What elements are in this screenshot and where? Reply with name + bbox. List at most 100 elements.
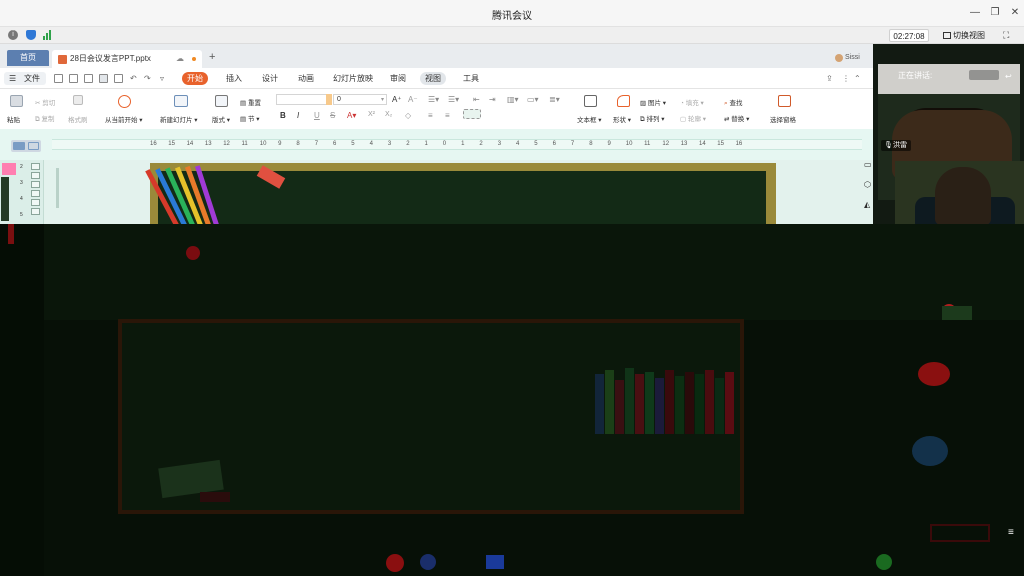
outline-item[interactable] [31, 172, 40, 179]
shape-icon[interactable] [617, 95, 630, 107]
text-box-button[interactable]: 文本框 ▾ [577, 114, 602, 124]
tab-slideshow[interactable]: 幻灯片放映 [328, 72, 378, 85]
shape-button[interactable]: 形状 ▾ [613, 114, 631, 124]
shrink-font-icon[interactable]: A⁻ [408, 95, 418, 104]
select-pane-label[interactable]: 选择窗格 [770, 114, 796, 124]
fill-button[interactable]: ◔ 填充 ▾ [680, 97, 704, 107]
font-name-input[interactable] [276, 94, 332, 105]
section-button[interactable]: ▤ 节 ▾ [240, 113, 260, 123]
switch-view-button[interactable]: 切换视图 [941, 29, 985, 42]
play-icon[interactable] [118, 95, 131, 108]
outline-item[interactable] [31, 190, 40, 197]
print-preview-icon[interactable] [114, 74, 123, 83]
open-folder-icon[interactable] [54, 74, 63, 83]
reply-icon[interactable]: ↩ [1005, 72, 1012, 81]
slide-thumbnail[interactable] [1, 177, 9, 221]
align-left-icon[interactable]: ≡ [428, 111, 433, 120]
layout-button[interactable]: 版式 ▾ [212, 114, 230, 124]
fullscreen-icon[interactable]: ⛶ [1003, 29, 1015, 42]
signal-icon[interactable] [43, 30, 53, 40]
superscript-icon[interactable]: X² [368, 111, 375, 118]
copy-button[interactable]: ⧉ 复制 [35, 113, 54, 124]
tab-insert[interactable]: 插入 [221, 72, 247, 85]
export-pdf-icon[interactable] [84, 74, 93, 83]
save-icon[interactable] [69, 74, 78, 83]
customize-icon[interactable]: ▿ [160, 74, 164, 83]
tab-design[interactable]: 设计 [257, 72, 283, 85]
outline-item[interactable] [31, 181, 40, 188]
outline-button[interactable]: ▢ 轮廓 ▾ [680, 113, 706, 123]
numbering-icon[interactable]: ☰▾ [448, 95, 459, 104]
cut-button[interactable]: ✂ 剪切 [35, 97, 55, 107]
participant-video[interactable] [895, 161, 1024, 224]
italic-icon[interactable]: I [297, 111, 299, 120]
horizontal-ruler[interactable]: 16 15 14 13 12 11 10 9 8 7 6 5 4 3 2 1 0 1 2 3 4 5 6 7 8 9 10 11 12 1… [52, 139, 862, 150]
columns-icon[interactable]: ▥▾ [507, 95, 519, 104]
hamburger-icon: ☰ [9, 74, 17, 83]
paste-label[interactable]: 粘贴 [7, 114, 20, 124]
outline-item[interactable] [31, 163, 40, 170]
underline-icon[interactable]: U [314, 111, 320, 120]
tab-view[interactable]: 视图 [420, 72, 446, 85]
text-effect-icon[interactable] [463, 109, 481, 119]
format-painter-icon[interactable] [73, 95, 83, 105]
tab-tools[interactable]: 工具 [458, 72, 484, 85]
print-icon[interactable] [99, 74, 108, 83]
paste-icon[interactable] [10, 95, 23, 107]
restore-icon[interactable]: ❐ [988, 6, 1002, 20]
minimize-icon[interactable]: — [968, 6, 982, 20]
info-icon[interactable]: i [8, 30, 18, 40]
increase-indent-icon[interactable]: ⇥ [489, 95, 496, 104]
font-name-dropdown[interactable] [326, 94, 332, 105]
tab-animation[interactable]: 动画 [293, 72, 319, 85]
close-icon[interactable]: ✕ [1008, 6, 1022, 20]
outline-view-icon[interactable] [28, 142, 39, 150]
font-color-icon[interactable]: A▾ [347, 111, 356, 120]
format-painter-label[interactable]: 格式刷 [68, 114, 88, 124]
find-button[interactable]: ⌕ 查找 [724, 97, 742, 108]
align-center-icon[interactable]: ≡ [445, 111, 450, 120]
layout-icon[interactable] [215, 95, 228, 107]
more-icon[interactable]: ⋮ [842, 74, 850, 83]
undo-icon[interactable]: ↶ [130, 74, 137, 83]
grow-font-icon[interactable]: A⁺ [392, 95, 402, 104]
document-tab[interactable]: 28日会议发言PPT.pptx ☁ [52, 50, 202, 68]
user-account[interactable]: Sissi [835, 54, 860, 62]
new-slide-button[interactable]: 新建幻灯片 ▾ [160, 114, 198, 124]
ruler-tick-label: 4 [516, 141, 520, 147]
subscript-icon[interactable]: X₂ [385, 111, 392, 118]
file-menu-button[interactable]: ☰ 文件 [4, 72, 46, 85]
replace-button[interactable]: ⇄ 替换 ▾ [724, 113, 749, 123]
home-tab[interactable]: 首页 [7, 50, 49, 66]
redo-icon[interactable]: ↷ [144, 74, 151, 83]
arrange-button[interactable]: ⧉ 排列 ▾ [640, 113, 665, 124]
text-direction-icon[interactable]: ▭▾ [527, 95, 539, 104]
slide-thumbnail-panel[interactable]: 2 3 4 5 [0, 160, 59, 224]
play-from-current-button[interactable]: 从当前开始 ▾ [105, 114, 143, 124]
reset-button[interactable]: ▤ 重置 [240, 97, 261, 107]
clear-format-icon[interactable]: ◇ [405, 111, 411, 120]
font-size-input[interactable]: 0 ▾ [333, 94, 387, 105]
decrease-indent-icon[interactable]: ⇤ [473, 95, 480, 104]
outline-item[interactable] [31, 199, 40, 206]
line-spacing-icon[interactable]: ≣▾ [549, 95, 560, 104]
collapse-ribbon-icon[interactable]: ⌃ [854, 74, 861, 83]
new-tab-button[interactable]: + [209, 51, 215, 63]
picture-button[interactable]: ▨ 图片 ▾ [640, 97, 666, 107]
bold-icon[interactable]: B [280, 111, 286, 120]
slide-canvas[interactable] [145, 163, 776, 227]
normal-view-icon[interactable] [13, 142, 25, 150]
select-pane-icon[interactable] [778, 95, 791, 107]
video-menu-icon[interactable]: ≡ [1008, 527, 1014, 538]
shield-icon[interactable] [26, 30, 36, 40]
new-slide-icon[interactable] [174, 95, 188, 107]
outline-item[interactable] [31, 208, 40, 215]
bullets-icon[interactable]: ☰▾ [428, 95, 439, 104]
tab-home[interactable]: 开始 [182, 72, 208, 85]
thumbnail-scrollbar[interactable] [56, 168, 59, 208]
strikethrough-icon[interactable]: S [330, 111, 335, 120]
share-icon[interactable]: ⇪ [826, 74, 833, 83]
tab-review[interactable]: 审阅 [385, 72, 411, 85]
text-box-icon[interactable] [584, 95, 597, 107]
view-toggle[interactable] [11, 140, 41, 152]
